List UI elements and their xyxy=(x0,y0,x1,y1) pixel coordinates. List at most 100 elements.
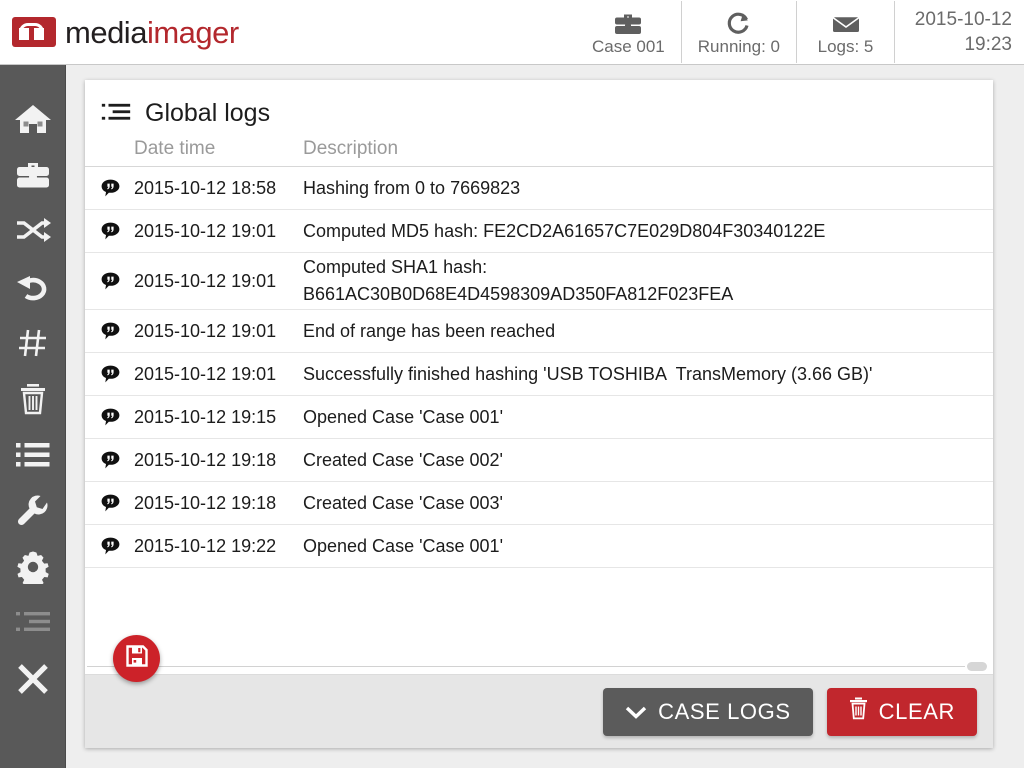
status-logs-label: Logs: 5 xyxy=(817,36,874,56)
log-rows-list[interactable]: 2015-10-12 18:58 Hashing from 0 to 766982… xyxy=(85,167,993,674)
list-icon xyxy=(15,441,51,469)
scrollbar-track xyxy=(87,666,965,667)
mediaimager-logo-icon xyxy=(12,17,56,47)
status-datetime: 2015-10-12 19:23 xyxy=(894,1,1024,63)
close-x-icon xyxy=(16,662,50,696)
log-description: Computed MD5 hash: FE2CD2A61657C7E029D80… xyxy=(303,220,826,241)
table-row[interactable]: 2015-10-12 19:01 Successfully finished ha… xyxy=(85,353,993,396)
table-row[interactable]: 2015-10-12 19:18 Created Case 'Case 003' xyxy=(85,482,993,525)
log-description: Computed SHA1 hash: B661AC30B0D68E4D4598… xyxy=(303,257,734,304)
sidebar-item-transfer[interactable] xyxy=(0,203,66,259)
wrench-icon xyxy=(16,494,50,528)
sidebar-item-home[interactable] xyxy=(0,91,66,147)
log-date-time: 2015-10-12 19:01 xyxy=(134,363,277,384)
status-case[interactable]: Case 001 xyxy=(576,1,681,63)
log-description: Opened Case 'Case 001' xyxy=(303,535,504,556)
log-date-time: 2015-10-12 18:58 xyxy=(134,177,277,198)
panel-header: Global logs xyxy=(85,80,993,138)
scrollbar-thumb[interactable] xyxy=(967,662,987,671)
log-description: End of range has been reached xyxy=(303,320,556,341)
sidebar xyxy=(0,65,66,768)
table-header-row: Date time Description xyxy=(85,138,993,167)
app-logo-text: mediaimager xyxy=(65,17,239,48)
status-date: 2015-10-12 xyxy=(914,9,1012,30)
table-row[interactable]: 2015-10-12 19:18 Created Case 'Case 002' xyxy=(85,439,993,482)
logo-text-dark: media xyxy=(65,14,147,50)
clear-button[interactable]: CLEAR xyxy=(826,687,977,736)
status-area: Case 001 Running: 0 Logs: 5 2015-10-12 1… xyxy=(576,1,1024,63)
comment-icon xyxy=(101,179,134,197)
undo-icon xyxy=(14,271,52,303)
table-row[interactable]: 2015-10-12 19:01 Computed MD5 hash: FE2CD… xyxy=(85,210,993,253)
refresh-loop-icon xyxy=(725,8,753,36)
horizontal-scrollbar[interactable] xyxy=(87,661,987,673)
gear-icon xyxy=(16,550,50,584)
status-time: 19:23 xyxy=(964,34,1012,55)
sidebar-item-list[interactable] xyxy=(0,427,66,483)
log-date-time: 2015-10-12 19:18 xyxy=(134,492,277,513)
clear-button-label: CLEAR xyxy=(878,698,955,724)
trash-icon xyxy=(18,382,48,416)
case-logs-button-label: CASE LOGS xyxy=(658,698,791,724)
sidebar-item-restore[interactable] xyxy=(0,259,66,315)
sidebar-item-tools[interactable] xyxy=(0,483,66,539)
save-floppy-icon xyxy=(125,644,149,673)
table-row[interactable]: 2015-10-12 19:15 Opened Case 'Case 001' xyxy=(85,396,993,439)
comment-icon xyxy=(101,365,134,383)
log-date-time: 2015-10-12 19:15 xyxy=(134,406,277,427)
log-description: Created Case 'Case 002' xyxy=(303,449,503,470)
comment-icon xyxy=(101,451,134,469)
status-running[interactable]: Running: 0 xyxy=(680,1,796,63)
log-date-time: 2015-10-12 19:01 xyxy=(134,220,277,241)
table-row[interactable]: 2015-10-12 19:01 Computed SHA1 hash: B661… xyxy=(85,253,993,310)
log-date-time: 2015-10-12 19:01 xyxy=(134,270,277,291)
briefcase-icon xyxy=(613,8,643,36)
comment-icon xyxy=(101,222,134,240)
save-logs-button[interactable] xyxy=(113,635,160,682)
chevron-down-icon xyxy=(625,699,647,725)
sidebar-item-wipe[interactable] xyxy=(0,371,66,427)
trash-icon xyxy=(849,697,868,726)
sidebar-item-cases[interactable] xyxy=(0,147,66,203)
sidebar-item-exit[interactable] xyxy=(0,651,66,707)
sidebar-item-hash[interactable] xyxy=(0,315,66,371)
logs-list-icon xyxy=(15,609,51,637)
log-description: Created Case 'Case 003' xyxy=(303,492,503,513)
page-title: Global logs xyxy=(145,98,271,127)
column-header-date: Date time xyxy=(101,138,303,160)
shuffle-icon xyxy=(14,216,52,246)
log-date-time: 2015-10-12 19:01 xyxy=(134,320,277,341)
log-description: Hashing from 0 to 7669823 xyxy=(303,177,521,198)
column-header-date-label: Date time xyxy=(134,138,216,159)
panel-footer: CASE LOGS CLEAR xyxy=(85,674,993,748)
comment-icon xyxy=(101,408,134,426)
log-description: Successfully finished hashing 'USB TOSHI… xyxy=(303,363,873,384)
log-date-time: 2015-10-12 19:22 xyxy=(134,535,277,556)
logs-list-icon xyxy=(101,101,131,125)
hash-icon xyxy=(17,327,49,359)
comment-icon xyxy=(101,494,134,512)
comment-icon xyxy=(101,537,134,555)
table-row[interactable]: 2015-10-12 19:22 Opened Case 'Case 001' xyxy=(85,525,993,568)
table-row[interactable]: 2015-10-12 19:01 End of range has been re… xyxy=(85,310,993,353)
comment-icon xyxy=(101,272,134,290)
logo-text-red: imager xyxy=(146,14,239,50)
app-window: mediaimager Case 001 Running: 0 Logs: 5 … xyxy=(0,0,1024,768)
status-logs[interactable]: Logs: 5 xyxy=(796,1,894,63)
column-header-description-label: Description xyxy=(303,138,399,159)
global-logs-panel: Global logs Date time Description 2015-1… xyxy=(85,80,993,748)
sidebar-item-logs[interactable] xyxy=(0,595,66,651)
envelope-icon xyxy=(831,8,861,36)
case-logs-button[interactable]: CASE LOGS xyxy=(603,687,813,736)
briefcase-icon xyxy=(14,159,52,191)
status-case-label: Case 001 xyxy=(591,36,665,56)
top-bar: mediaimager Case 001 Running: 0 Logs: 5 … xyxy=(0,0,1024,65)
content-area: Global logs Date time Description 2015-1… xyxy=(66,65,1024,768)
log-description: Opened Case 'Case 001' xyxy=(303,406,504,427)
table-row[interactable]: 2015-10-12 18:58 Hashing from 0 to 766982… xyxy=(85,167,993,210)
status-running-label: Running: 0 xyxy=(697,36,780,56)
log-date-time: 2015-10-12 19:18 xyxy=(134,449,277,470)
app-logo[interactable]: mediaimager xyxy=(0,17,239,48)
column-header-description: Description xyxy=(303,138,977,160)
sidebar-item-settings[interactable] xyxy=(0,539,66,595)
